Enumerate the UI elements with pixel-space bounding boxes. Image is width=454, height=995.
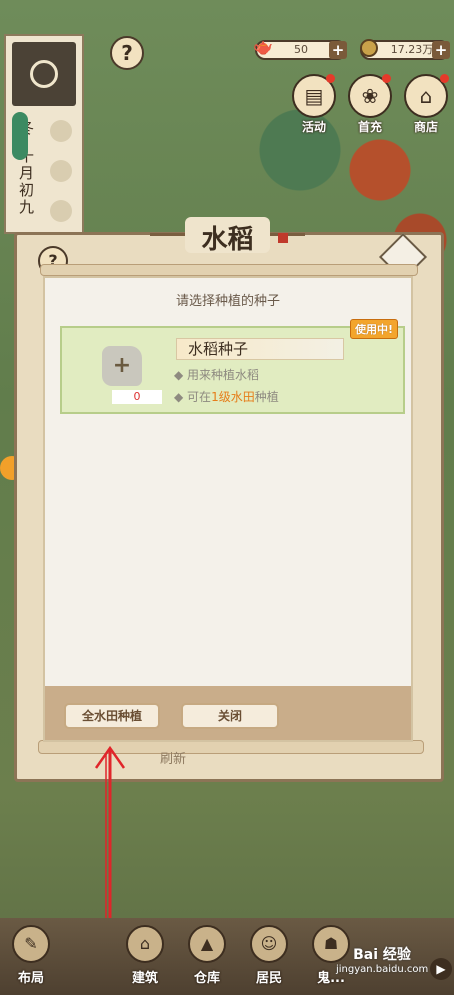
crop-icon	[50, 120, 72, 142]
building-icon: ⌂	[126, 925, 164, 963]
notification-dot	[382, 74, 391, 83]
panel-prompt: 请选择种植的种子	[175, 294, 280, 309]
close-button[interactable]: 关闭	[181, 703, 279, 729]
watermark-brand: Bai 经验	[353, 947, 411, 963]
teapot-icon: 🫖	[253, 37, 273, 56]
chevron-right-icon[interactable]: ▶	[430, 958, 452, 980]
seed-desc-2-prefix: 可在	[187, 390, 212, 404]
weather-sun-icon	[12, 42, 76, 106]
nav-layout[interactable]: ✎ 布局	[4, 925, 58, 986]
menu-activity[interactable]: ▤ 活动	[284, 74, 344, 135]
panel-rod-top	[40, 264, 418, 276]
resource-2-value: 17.23万	[390, 43, 434, 56]
nav-layout-label: 布局	[17, 971, 44, 986]
help-button[interactable]: ?	[110, 36, 144, 70]
dialog-title-banner: 水稻	[150, 215, 305, 255]
notification-dot	[326, 74, 335, 83]
menu-activity-label: 活动	[301, 120, 326, 134]
menu-first-recharge[interactable]: ❀ 首充	[340, 74, 400, 135]
add-resource-2-button[interactable]: +	[432, 41, 450, 59]
menu-shop[interactable]: ⌂ 商店	[396, 74, 454, 135]
nav-build[interactable]: ⌂ 建筑	[118, 925, 172, 986]
hand-icon	[50, 200, 72, 222]
menu-shop-label: 商店	[413, 120, 438, 134]
add-resource-1-button[interactable]: +	[329, 41, 347, 59]
nav-residents[interactable]: ☺ 居民	[242, 925, 296, 986]
nav-residents-label: 居民	[255, 971, 282, 986]
seed-desc-1: ◆ 用来种植水稻	[174, 368, 260, 382]
seed-count: 0	[112, 390, 162, 404]
seed-bag-icon: +	[102, 346, 142, 386]
in-use-badge: 使用中!	[350, 319, 399, 339]
side-tab[interactable]	[12, 112, 28, 160]
seed-desc-2-suffix: 种植	[254, 390, 279, 404]
brush-icon	[50, 160, 72, 182]
seed-name: 水稻种子	[188, 340, 249, 358]
menu-first-recharge-label: 首充	[357, 120, 382, 134]
watermark-url: jingyan.baidu.com	[336, 964, 429, 975]
coin-icon	[360, 39, 378, 57]
seal-stamp-icon	[278, 233, 288, 243]
layout-icon: ✎	[12, 925, 50, 963]
seed-desc-1-text: 用来种植水稻	[187, 368, 260, 382]
notification-dot	[440, 74, 449, 83]
warehouse-icon: ▲	[188, 925, 226, 963]
background-label: 刷新	[160, 752, 187, 767]
plant-all-paddy-button[interactable]: 全水田种植	[64, 703, 160, 729]
resident-icon: ☺	[250, 925, 288, 963]
seed-desc-2-highlight: 1级水田	[211, 390, 255, 404]
nav-warehouse[interactable]: ▲ 仓库	[180, 925, 234, 986]
seed-card[interactable]: + 0 水稻种子 ◆ 用来种植水稻 ◆ 可在1级水田种植	[60, 326, 405, 414]
nav-warehouse-label: 仓库	[193, 971, 220, 986]
annotation-arrow-icon	[94, 745, 126, 928]
seed-desc-2: ◆ 可在1级水田种植	[174, 390, 279, 404]
resource-1-value: 50	[294, 43, 308, 56]
nav-build-label: 建筑	[131, 971, 158, 986]
